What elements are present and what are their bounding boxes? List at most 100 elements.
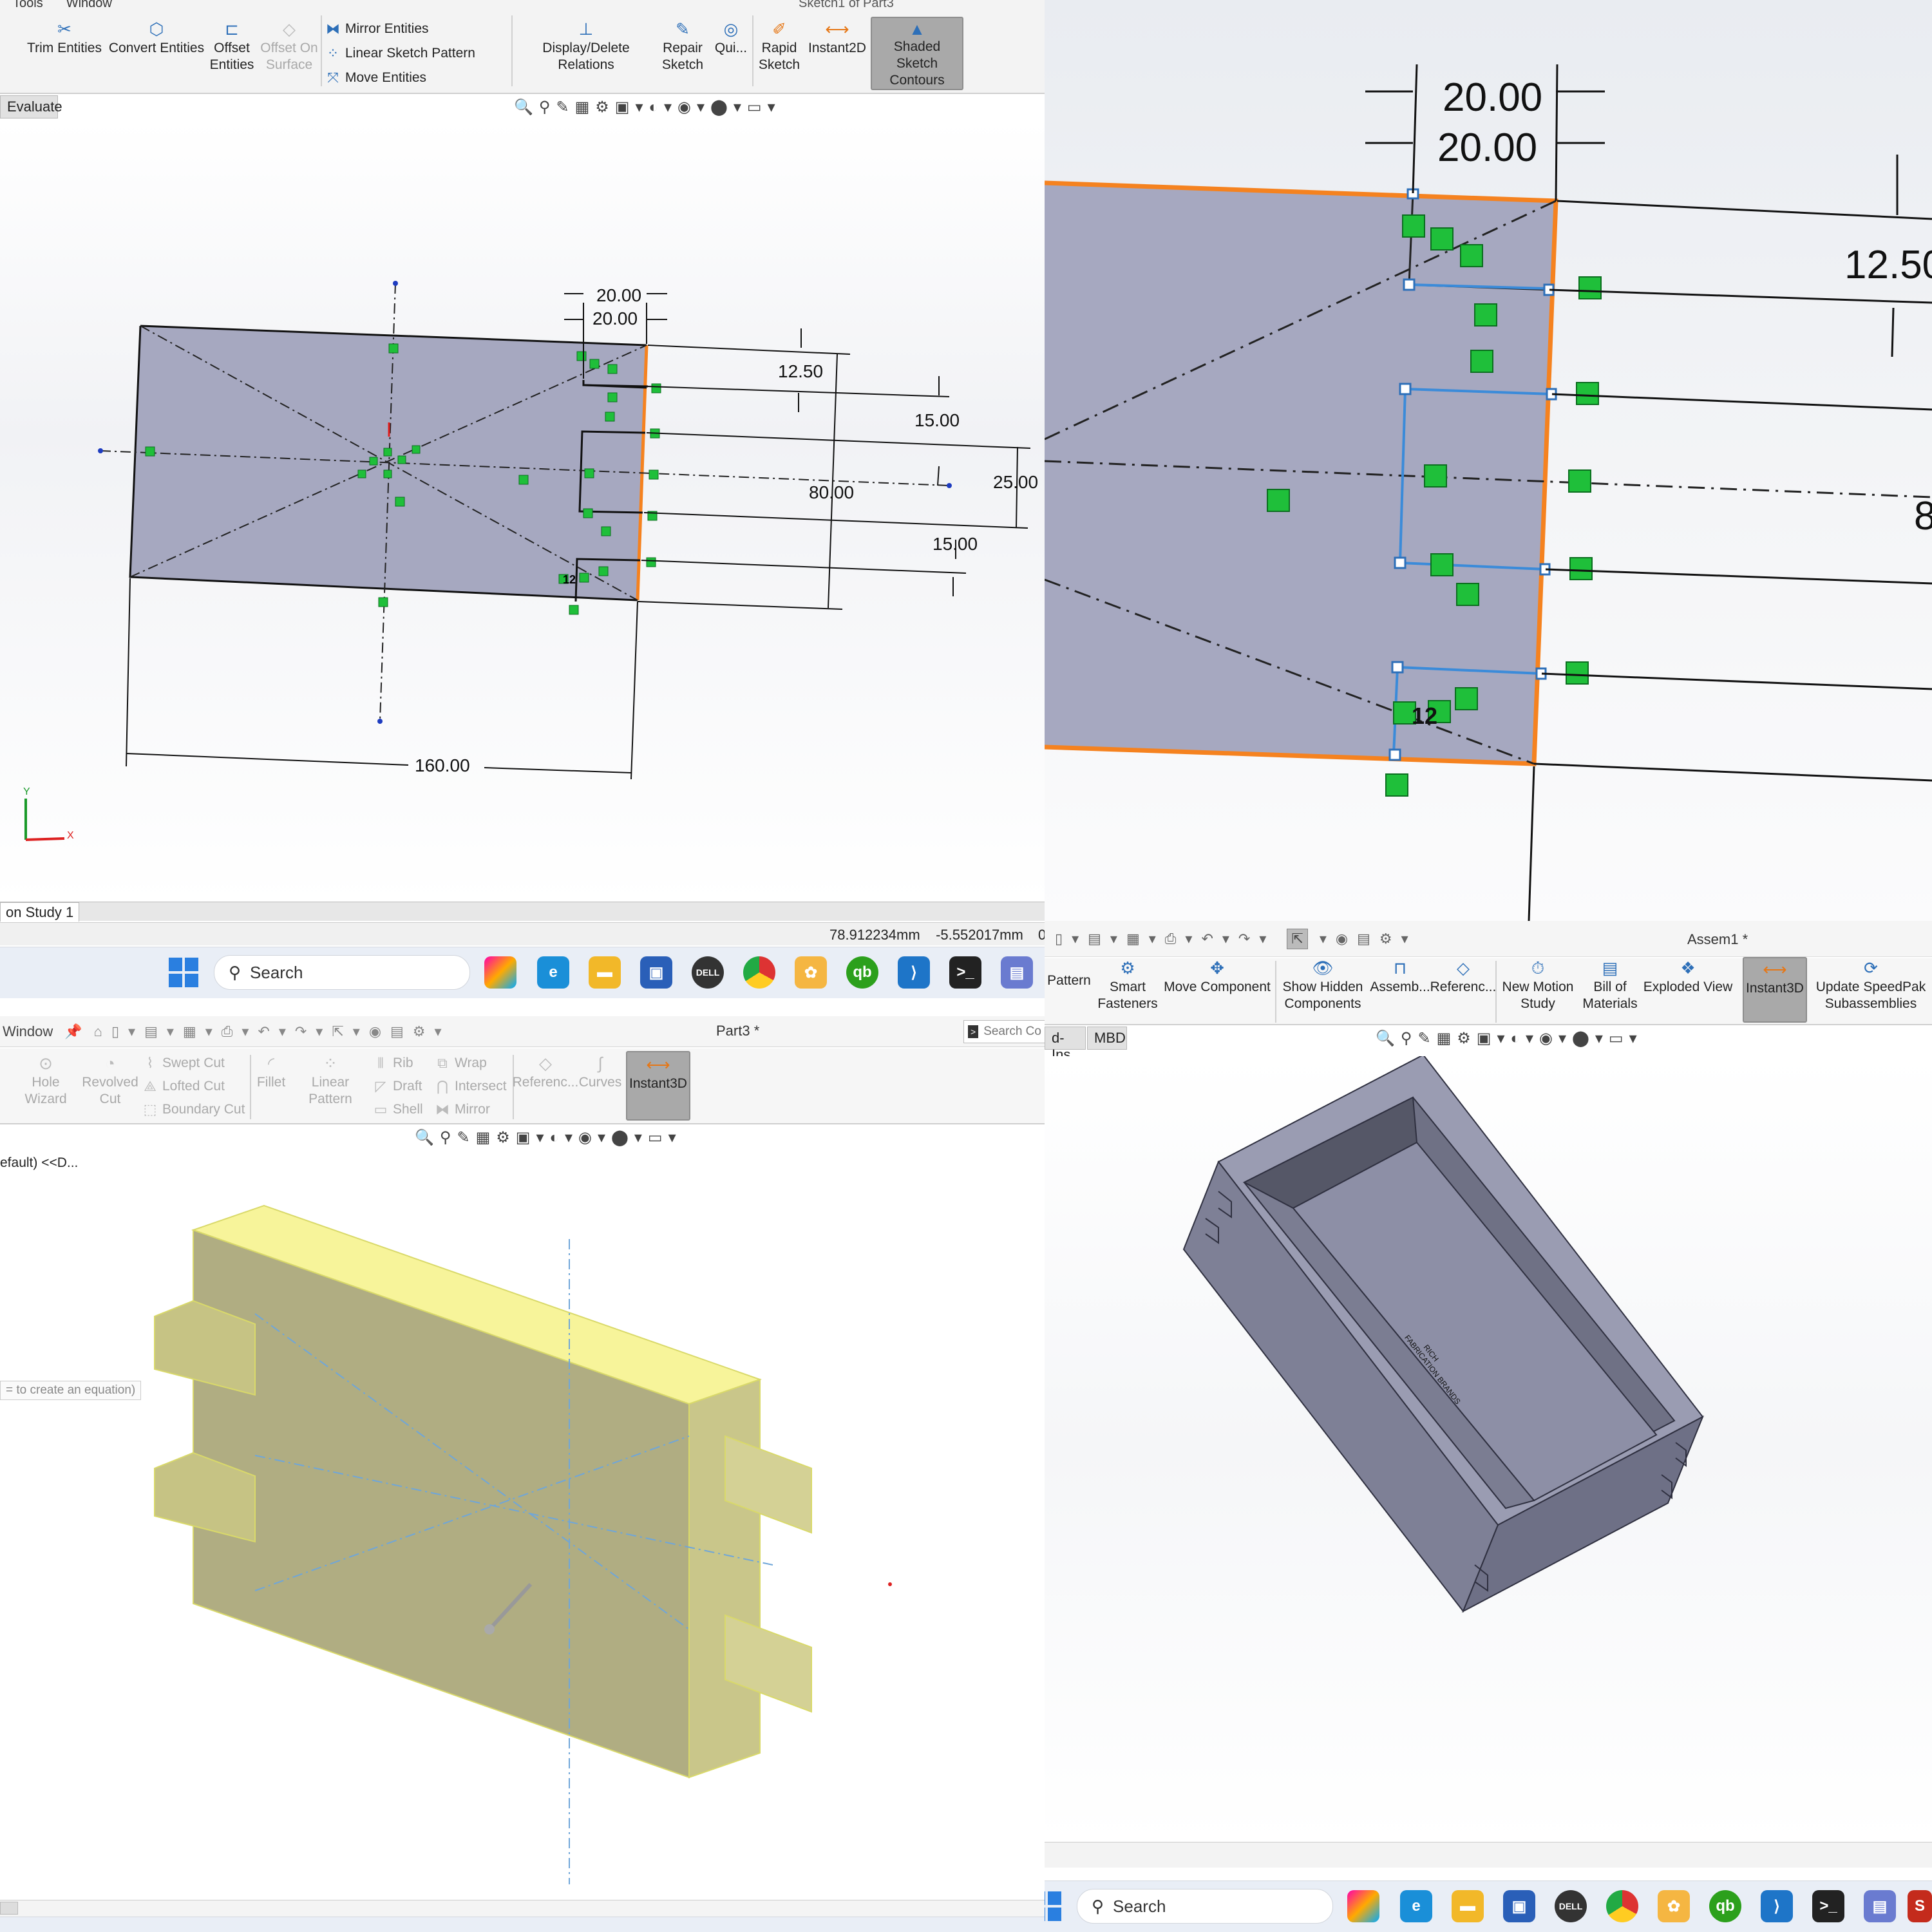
shaded-sketch-contours-button[interactable]: ▲ Shaded Sketch Contours bbox=[871, 17, 963, 90]
view-heads-up-toolbar[interactable]: 🔍⚲✎▦⚙▣▾◐▾◉▾⬤▾▭▾ bbox=[1376, 1029, 1643, 1048]
photos-icon[interactable]: ✿ bbox=[1658, 1890, 1690, 1922]
dell-icon[interactable]: DELL bbox=[692, 956, 724, 989]
wrap-button[interactable]: ⧉ Wrap bbox=[435, 1055, 487, 1072]
file-explorer-icon[interactable]: ▬ bbox=[589, 956, 621, 989]
boundary-cut-button[interactable]: ⬚ Boundary Cut bbox=[143, 1101, 245, 1118]
windows-start-icon[interactable] bbox=[1045, 1891, 1061, 1921]
vscode-icon[interactable]: ⟩ bbox=[1761, 1890, 1793, 1922]
store-icon[interactable]: ▣ bbox=[640, 956, 672, 989]
display-delete-relations-button[interactable]: ⊥ Display/Delete Relations bbox=[515, 19, 657, 73]
windows-start-icon[interactable] bbox=[169, 958, 198, 987]
part-viewport[interactable] bbox=[129, 1166, 1045, 1900]
intersect-button[interactable]: ⋂ Intersect bbox=[435, 1078, 507, 1095]
chrome-icon[interactable] bbox=[1606, 1890, 1638, 1922]
mirror-entities-button[interactable]: ⧓ Mirror Entities bbox=[326, 21, 429, 37]
rotation-handle-knob[interactable] bbox=[484, 1624, 495, 1634]
update-speedpak-button[interactable]: ⟳ Update SpeedPak Subassemblies bbox=[1814, 958, 1928, 1012]
app-icon[interactable]: ▤ bbox=[1864, 1890, 1896, 1922]
dim-15-lower[interactable]: 15.00 bbox=[933, 534, 978, 554]
repair-sketch-button[interactable]: ✎ Repair Sketch bbox=[659, 19, 706, 73]
feature-tree-item[interactable]: efault) <<D... bbox=[0, 1155, 78, 1171]
file-explorer-icon[interactable]: ▬ bbox=[1452, 1890, 1484, 1922]
instant2d-button[interactable]: ⟷ Instant2D bbox=[806, 19, 868, 57]
quickbooks-icon[interactable]: qb bbox=[846, 956, 878, 989]
sketch-viewport[interactable]: 12 20.00 20.00 12.50 15.00 80.00 25.00 1… bbox=[0, 122, 1045, 902]
edge-icon[interactable]: e bbox=[1400, 1890, 1432, 1922]
copilot-icon[interactable] bbox=[484, 956, 516, 989]
dim-15-upper[interactable]: 15.00 bbox=[914, 410, 960, 430]
dim-25[interactable]: 25.00 bbox=[993, 472, 1038, 492]
options-icons[interactable]: ▾◉▤⚙▾ bbox=[1320, 931, 1417, 947]
zoom-dim-12-50[interactable]: 12.50 bbox=[1844, 243, 1932, 287]
equation-hint[interactable]: = to create an equation) bbox=[0, 1381, 142, 1400]
zoom-dim-8[interactable]: 8 bbox=[1914, 494, 1932, 538]
tab-mbd[interactable]: MBD bbox=[1087, 1027, 1127, 1050]
dim-12-50[interactable]: 12.50 bbox=[778, 361, 823, 381]
exploded-view-button[interactable]: ❖ Exploded View bbox=[1642, 958, 1734, 996]
terminal-icon[interactable]: >_ bbox=[949, 956, 981, 989]
zoomed-sketch-drawing[interactable]: 12 20.00 20.00 12.50 8 bbox=[1045, 0, 1932, 921]
linear-sketch-pattern-button[interactable]: ⁘ Linear Sketch Pattern bbox=[326, 45, 475, 62]
view-heads-up-toolbar[interactable]: 🔍⚲✎▦⚙▣▾◐▾◉▾⬤▾▭▾ bbox=[514, 98, 781, 117]
quick-access-icons[interactable]: ▯▾▤▾▦▾⎙▾↶▾↷▾ bbox=[1055, 931, 1275, 947]
edge-icon[interactable]: e bbox=[537, 956, 569, 989]
reference-geometry-button[interactable]: ◇ Referenc... bbox=[513, 1054, 579, 1091]
vscode-icon[interactable]: ⟩ bbox=[898, 956, 930, 989]
zoom-dim-20-top[interactable]: 20.00 bbox=[1443, 75, 1542, 120]
sketch-drawing[interactable]: 12 20.00 20.00 12.50 15.00 80.00 25.00 1… bbox=[0, 122, 1045, 902]
move-entities-button[interactable]: ⤧ Move Entities bbox=[326, 70, 426, 86]
tab-add-ins[interactable]: d-Ins bbox=[1045, 1027, 1086, 1063]
convert-entities-button[interactable]: ⬡ Convert Entities bbox=[108, 19, 205, 57]
dim-160[interactable]: 160.00 bbox=[415, 755, 470, 775]
chrome-icon[interactable] bbox=[743, 956, 775, 989]
offset-entities-button[interactable]: ⊏ Offset Entities bbox=[207, 19, 256, 73]
lofted-cut-button[interactable]: ⟁ Lofted Cut bbox=[143, 1078, 225, 1095]
new-motion-study-button[interactable]: ⏱ New Motion Study bbox=[1498, 958, 1578, 1012]
revolved-cut-button[interactable]: ◔ Revolved Cut bbox=[82, 1054, 138, 1108]
taskbar-search-box[interactable]: ⚲ Search bbox=[1077, 1889, 1333, 1924]
app-icon[interactable]: ▤ bbox=[1001, 956, 1033, 989]
search-commands-box[interactable]: > Search Co bbox=[963, 1020, 1045, 1043]
tab-evaluate[interactable]: Evaluate bbox=[0, 95, 62, 118]
part-3d-model[interactable] bbox=[129, 1166, 1045, 1900]
linear-pattern-button[interactable]: ⁘ Linear Pattern bbox=[291, 1054, 370, 1108]
swept-cut-button[interactable]: ⌇ Swept Cut bbox=[143, 1055, 225, 1072]
menu-window[interactable]: Window bbox=[66, 0, 112, 11]
taskbar-search-box[interactable]: ⚲ Search bbox=[214, 955, 470, 990]
shell-button[interactable]: ▭ Shell bbox=[374, 1101, 423, 1118]
reference-geometry-button[interactable]: ◇ Referenc... bbox=[1430, 958, 1497, 996]
copilot-icon[interactable] bbox=[1347, 1890, 1379, 1922]
draft-button[interactable]: ◸ Draft bbox=[374, 1078, 422, 1095]
zoom-dim-20-second[interactable]: 20.00 bbox=[1437, 126, 1537, 170]
pattern-button[interactable]: Pattern bbox=[1046, 972, 1092, 989]
solidworks-icon[interactable]: S bbox=[1908, 1890, 1932, 1922]
dim-20-second[interactable]: 20.00 bbox=[592, 308, 638, 328]
menu-tools[interactable]: Tools bbox=[13, 0, 43, 11]
quick-access-icons[interactable]: ⌂▯▾▤▾▦▾⎙▾↶▾↷▾⇱▾◉▤⚙▾ bbox=[94, 1023, 451, 1040]
photos-icon[interactable]: ✿ bbox=[795, 956, 827, 989]
offset-on-surface-button[interactable]: ◇ Offset On Surface bbox=[260, 19, 318, 73]
rib-button[interactable]: ⫴ Rib bbox=[374, 1055, 413, 1072]
view-heads-up-toolbar[interactable]: 🔍⚲✎▦⚙▣▾◐▾◉▾⬤▾▭▾ bbox=[415, 1128, 682, 1147]
mirror-feature-button[interactable]: ⧓ Mirror bbox=[435, 1101, 490, 1118]
show-hidden-components-button[interactable]: 👁 Show Hidden Components bbox=[1278, 958, 1368, 1012]
move-component-button[interactable]: ✥ Move Component bbox=[1160, 958, 1274, 996]
smart-fasteners-button[interactable]: ⚙ Smart Fasteners bbox=[1095, 958, 1160, 1012]
hole-wizard-button[interactable]: ⊙ Hole Wizard bbox=[10, 1054, 81, 1108]
assembly-viewport[interactable]: RICH FABRICATION BRANDS bbox=[1045, 1054, 1932, 1842]
store-icon[interactable]: ▣ bbox=[1503, 1890, 1535, 1922]
fillet-button[interactable]: ◜ Fillet bbox=[254, 1054, 289, 1091]
dell-icon[interactable]: DELL bbox=[1555, 1890, 1587, 1922]
box-assembly-model[interactable]: RICH FABRICATION BRANDS bbox=[1045, 1054, 1932, 1842]
curves-button[interactable]: ∫ Curves bbox=[578, 1054, 622, 1091]
instant3d-button[interactable]: ⟷ Instant3D bbox=[626, 1051, 690, 1121]
terminal-icon[interactable]: >_ bbox=[1812, 1890, 1844, 1922]
pin-icon[interactable]: 📌 bbox=[64, 1023, 82, 1040]
zoomed-sketch-view[interactable]: 12 20.00 20.00 12.50 8 bbox=[1045, 0, 1932, 921]
quick-snaps-button[interactable]: ◎ Qui... bbox=[711, 19, 751, 57]
rapid-sketch-button[interactable]: ✐ Rapid Sketch bbox=[755, 19, 804, 73]
tab-motion-study[interactable]: on Study 1 bbox=[0, 902, 80, 922]
select-icon[interactable]: ⇱ bbox=[1287, 928, 1308, 949]
quickbooks-icon[interactable]: qb bbox=[1709, 1890, 1741, 1922]
menu-window[interactable]: Window bbox=[3, 1023, 53, 1040]
